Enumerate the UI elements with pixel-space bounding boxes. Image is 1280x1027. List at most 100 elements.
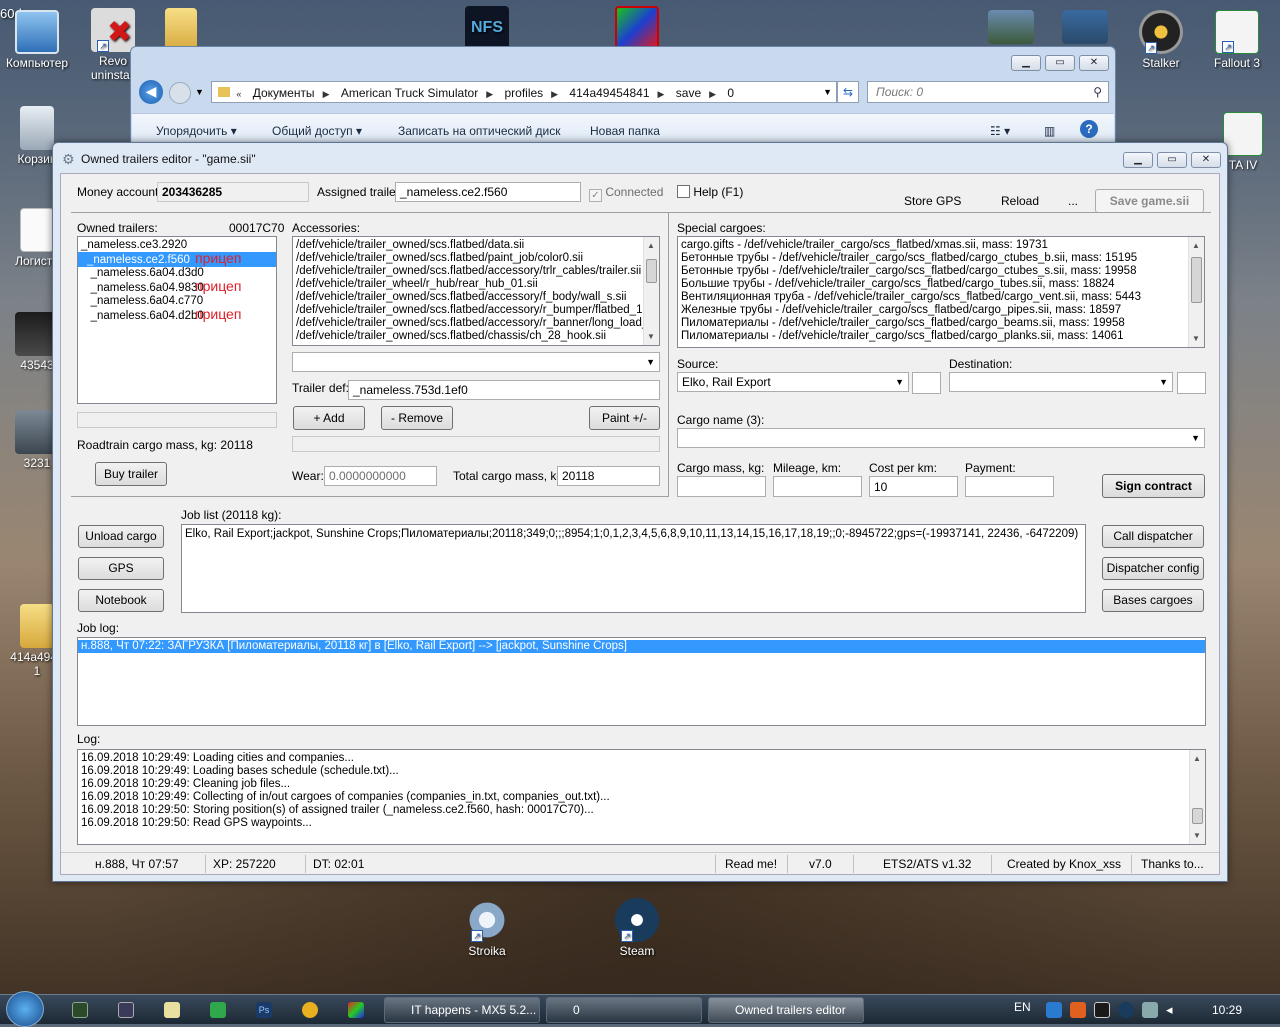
stalker-icon[interactable]: ↗ Stalker <box>1124 10 1198 70</box>
close-button[interactable]: ✕ <box>1079 55 1109 71</box>
log-entry[interactable]: 16.09.2018 10:29:50: Read GPS waypoints.… <box>78 817 1187 830</box>
photo-thumbnail-2[interactable] <box>1048 10 1122 46</box>
log-entry[interactable]: 16.09.2018 10:29:49: Loading bases sched… <box>78 765 1187 778</box>
store-gps-button[interactable]: Store GPS <box>904 194 961 208</box>
breadcrumb-ats[interactable]: American Truck Simulator <box>333 83 486 103</box>
clock[interactable]: 10:29 <box>1212 1003 1242 1017</box>
mileage-field[interactable] <box>773 476 862 497</box>
quicklaunch-icon-6[interactable] <box>302 1002 318 1018</box>
source-extra-field[interactable] <box>912 372 941 394</box>
owned-trailer-item[interactable]: _nameless.6a04.c770 <box>78 295 276 308</box>
notebook-button[interactable]: Notebook <box>78 589 164 612</box>
accessory-item[interactable]: /def/vehicle/trailer_owned/scs.flatbed/a… <box>293 265 641 278</box>
special-cargoes-list[interactable]: cargo.gifts - /def/vehicle/trailer_cargo… <box>677 236 1205 348</box>
breadcrumb-save[interactable]: save <box>668 83 709 103</box>
breadcrumb-0[interactable]: 0 <box>719 83 742 103</box>
total-mass-field[interactable]: 20118 <box>557 466 660 486</box>
address-dropdown-icon[interactable]: ▼ <box>823 87 832 97</box>
reload-button[interactable]: Reload <box>1001 194 1039 208</box>
address-bar[interactable]: « Документы ▶ American Truck Simulator ▶ p… <box>211 81 837 103</box>
taskbar-button-explorer[interactable]: 0 <box>546 997 702 1023</box>
dispatcher-config-button[interactable]: Dispatcher config <box>1102 557 1204 580</box>
history-dropdown-icon[interactable]: ▼ <box>195 87 204 97</box>
share-menu[interactable]: Общий доступ ▾ <box>272 124 362 138</box>
stroika-icon[interactable]: ↗ Stroika <box>450 898 524 958</box>
steam-tray-icon[interactable] <box>1118 1002 1134 1018</box>
assigned-trailer-field[interactable]: _nameless.ce2.f560 <box>395 182 581 202</box>
trailer-def-field[interactable]: _nameless.753d.1ef0 <box>348 380 660 400</box>
back-button[interactable]: ◀ <box>139 80 163 104</box>
buy-trailer-button[interactable]: Buy trailer <box>95 462 167 486</box>
accessory-item[interactable]: /def/vehicle/trailer_owned/scs.flatbed/c… <box>293 330 641 343</box>
call-dispatcher-button[interactable]: Call dispatcher <box>1102 525 1204 548</box>
special-cargoes-scrollbar[interactable]: ▲ ▼ <box>1188 237 1204 347</box>
log-entry[interactable]: 16.09.2018 10:29:49: Loading cities and … <box>78 752 1187 765</box>
destination-extra-field[interactable] <box>1177 372 1206 394</box>
editor-minimize-button[interactable]: ▁ <box>1123 152 1153 168</box>
breadcrumb-profile-id[interactable]: 414a49454841 <box>561 83 657 103</box>
new-folder-button[interactable]: Новая папка <box>590 124 660 138</box>
quicklaunch-icon-7[interactable] <box>348 1002 364 1018</box>
destination-select[interactable]: ▼ <box>949 372 1173 392</box>
log-entry[interactable]: 16.09.2018 10:29:49: Cleaning job files.… <box>78 778 1187 791</box>
thanks-link[interactable]: Thanks to... <box>1141 857 1204 871</box>
quicklaunch-icon-1[interactable] <box>72 1002 88 1018</box>
job-log-list[interactable]: н.888, Чт 07:22: ЗАГРУЗКА [Пиломатериалы… <box>77 637 1206 726</box>
start-button[interactable] <box>6 991 44 1027</box>
log-scrollbar[interactable]: ▲ ▼ <box>1189 750 1205 844</box>
search-input[interactable]: Поиск: 0 ⚲ <box>867 81 1109 103</box>
accessory-item[interactable]: /def/vehicle/trailer_owned/scs.flatbed/p… <box>293 252 641 265</box>
special-cargo-item[interactable]: Железные трубы - /def/vehicle/trailer_ca… <box>678 304 1186 317</box>
view-options-icon[interactable]: ☷ ▾ <box>990 124 1010 138</box>
log-entry[interactable]: 16.09.2018 10:29:49: Collecting of in/ou… <box>78 791 1187 804</box>
tray-icon-1[interactable] <box>1046 1002 1062 1018</box>
volume-icon[interactable]: ◂ <box>1166 1002 1182 1018</box>
quicklaunch-icon-3[interactable] <box>164 1002 180 1018</box>
help-icon[interactable]: ? <box>1080 120 1098 138</box>
taskbar-button-mx5[interactable]: IT happens - MX5 5.2... <box>384 997 540 1023</box>
payment-field[interactable] <box>965 476 1054 497</box>
connected-checkbox[interactable]: ✓ Connected <box>589 185 663 202</box>
bases-cargoes-button[interactable]: Bases cargoes <box>1102 589 1204 612</box>
burn-button[interactable]: Записать на оптический диск <box>398 124 561 138</box>
owned-trailers-list[interactable]: _nameless.ce3.2920 _nameless.ce2.f560 приц… <box>77 236 277 404</box>
gps-button[interactable]: GPS <box>78 557 164 580</box>
steam-icon[interactable]: ↗ Steam <box>600 898 674 958</box>
accessory-select[interactable]: ▼ <box>292 352 660 372</box>
job-log-entry[interactable]: н.888, Чт 07:22: ЗАГРУЗКА [Пиломатериалы… <box>78 640 1205 653</box>
maximize-button[interactable]: ▭ <box>1045 55 1075 71</box>
paint-button[interactable]: Paint +/- <box>589 406 660 430</box>
photo-thumbnail-1[interactable] <box>974 10 1048 46</box>
owned-trailer-item[interactable]: _nameless.6a04.d2b0прицеп <box>78 307 276 323</box>
special-cargo-item[interactable]: Большие трубы - /def/vehicle/trailer_car… <box>678 278 1186 291</box>
minimize-button[interactable]: ▁ <box>1011 55 1041 71</box>
computer-icon[interactable]: Компьютер <box>0 10 74 70</box>
accessory-item[interactable]: /def/vehicle/trailer_owned/scs.flatbed/d… <box>293 239 641 252</box>
quicklaunch-icon-2[interactable] <box>118 1002 134 1018</box>
save-game-button[interactable]: Save game.sii <box>1095 189 1204 213</box>
special-cargo-item[interactable]: cargo.gifts - /def/vehicle/trailer_cargo… <box>678 239 1186 252</box>
special-cargo-item[interactable]: Бетонные трубы - /def/vehicle/trailer_ca… <box>678 252 1186 265</box>
wear-field[interactable]: 0.0000000000 <box>324 466 437 486</box>
accessory-item[interactable]: /def/vehicle/trailer_wheel/r_hub/rear_hu… <box>293 278 641 291</box>
accessories-scrollbar[interactable]: ▲ ▼ <box>643 237 659 345</box>
add-accessory-button[interactable]: + Add <box>293 406 365 430</box>
remove-accessory-button[interactable]: - Remove <box>381 406 453 430</box>
more-button[interactable]: ... <box>1068 194 1078 208</box>
money-field[interactable]: 203436285 <box>157 182 309 202</box>
accessory-item[interactable]: /def/vehicle/trailer_owned/scs.flatbed/a… <box>293 317 658 330</box>
log-list[interactable]: 16.09.2018 10:29:49: Loading cities and … <box>77 749 1206 845</box>
organize-menu[interactable]: Упорядочить ▾ <box>156 124 237 138</box>
special-cargo-item[interactable]: Вентиляционная труба - /def/vehicle/trai… <box>678 291 1186 304</box>
tray-icon-3[interactable] <box>1094 1002 1110 1018</box>
owned-trailer-item[interactable]: _nameless.6a04.9830прицеп <box>78 279 276 295</box>
sign-contract-button[interactable]: Sign contract <box>1102 474 1205 498</box>
editor-close-button[interactable]: ✕ <box>1191 152 1221 168</box>
help-checkbox[interactable]: Help (F1) <box>677 185 743 199</box>
owned-trailer-item[interactable]: _nameless.ce2.f560 прицеп <box>78 251 276 267</box>
accessory-item[interactable]: /def/vehicle/trailer_owned/scs.flatbed/a… <box>293 304 657 317</box>
log-entry[interactable]: 16.09.2018 10:29:50: Storing position(s)… <box>78 804 1187 817</box>
special-cargo-item[interactable]: Пиломатериалы - /def/vehicle/trailer_car… <box>678 317 1186 330</box>
breadcrumb-documents[interactable]: Документы <box>245 83 323 103</box>
owned-trailer-item[interactable]: _nameless.ce3.2920 <box>78 239 276 252</box>
